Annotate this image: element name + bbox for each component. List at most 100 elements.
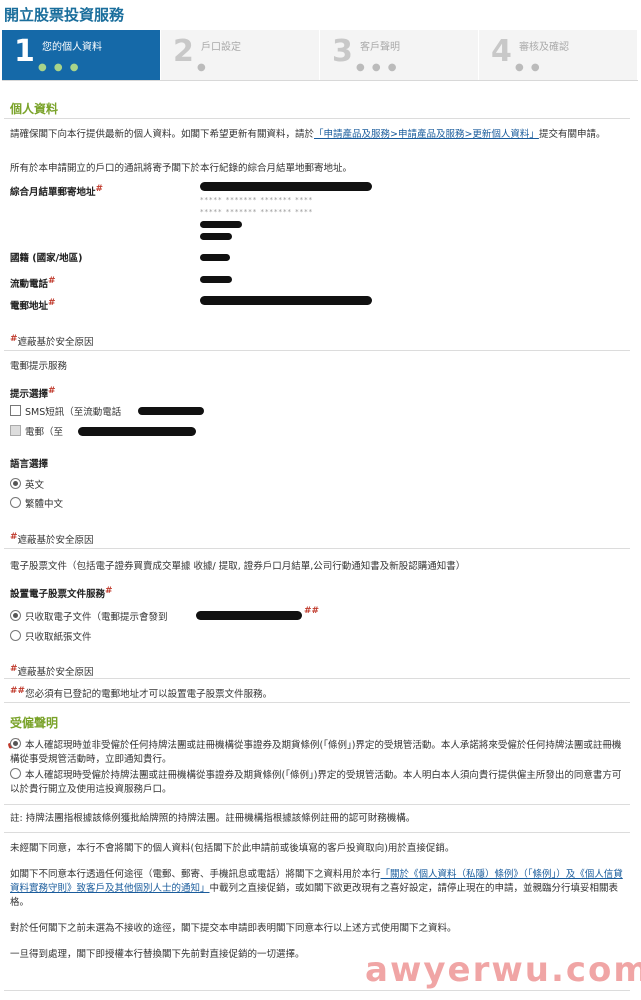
step-dots: ●: [197, 62, 208, 73]
estatement-option-paper[interactable]: 只收取紙張文件: [10, 630, 92, 645]
hash-mark: ##: [10, 686, 26, 696]
mobile-label-text: 流動電話: [10, 279, 49, 291]
redacted-block: [200, 296, 372, 305]
email-option-label: 電郵（至: [25, 427, 64, 438]
hash-mark: #: [95, 184, 104, 194]
progress-steps: 1 您的個人資料 ● ● ● 2 戶口設定 ● 3 客戶聲明 ● ● ● 4 審…: [2, 30, 638, 81]
sms-option-label: SMS短訊（至流動電話: [25, 407, 122, 418]
divider: [4, 832, 630, 833]
step-declaration: 3 客戶聲明 ● ● ●: [320, 30, 479, 80]
estatement-paper-label: 只收取紙張文件: [25, 632, 92, 643]
lang-zh-radio[interactable]: [10, 497, 21, 508]
lang-option-en[interactable]: 英文: [10, 478, 44, 493]
not-employed-radio[interactable]: [10, 738, 21, 749]
update-personal-info-link[interactable]: 「申請產品及服務>申請產品及服務>更新個人資料」: [314, 129, 539, 140]
step-label: 戶口設定: [201, 42, 241, 53]
divider: [4, 548, 630, 549]
redacted-block: [78, 427, 196, 436]
divider: [4, 804, 630, 805]
email-checkbox[interactable]: [10, 425, 21, 436]
hash-mark: #: [48, 276, 56, 286]
step-review-confirm: 4 審核及確認 ● ●: [479, 30, 638, 80]
sms-option[interactable]: SMS短訊（至流動電話: [10, 405, 121, 420]
estatement-option-electronic[interactable]: 只收取電子文件（電郵提示會發到: [10, 610, 168, 625]
alert-choice-text: 提示選擇: [10, 389, 49, 401]
hash-mark: #: [10, 334, 18, 344]
hash-mark: #: [48, 298, 56, 308]
email-label: 電郵地址#: [10, 296, 56, 314]
redacted-block: [200, 221, 242, 228]
nationality-label: 國籍 (國家/地區): [10, 253, 83, 264]
step-label: 審核及確認: [519, 42, 569, 53]
hidden-note: #遮蔽基於安全原因: [10, 530, 94, 548]
divider: [4, 118, 630, 119]
employment-option-employed[interactable]: 本人確認現時受僱於持牌法團或註冊機構從事證券及期貨條例(「條例」)界定的受規管活…: [10, 768, 624, 797]
redacted-block: [138, 407, 204, 415]
step-number: 4: [491, 34, 512, 69]
step-personal-info: 1 您的個人資料 ● ● ●: [2, 30, 161, 80]
sms-checkbox[interactable]: [10, 405, 21, 416]
step-label: 客戶聲明: [360, 42, 400, 53]
language-label: 語言選擇: [10, 459, 49, 470]
step-dots: ● ● ●: [356, 62, 399, 73]
step-number: 1: [14, 34, 35, 69]
email-label-text: 電郵地址: [10, 301, 49, 313]
lang-option-zh[interactable]: 繁體中文: [10, 497, 63, 512]
lang-zh-label: 繁體中文: [25, 499, 64, 510]
marketing-p2-text: 如閣下不同意本行透過任何途徑（電郵、郵寄、手機訊息或電話）將閣下之資料用於本行: [10, 869, 381, 880]
mobile-label: 流動電話#: [10, 274, 56, 292]
redacted-block: [200, 276, 232, 283]
address-label-text: 綜合月結單郵寄地址: [10, 187, 96, 199]
step-dots: ● ● ●: [38, 62, 81, 73]
section-heading-personal: 個人資料: [10, 102, 59, 116]
email-required-text: 您必須有已登記的電郵地址才可以設置電子股票文件服務。: [25, 689, 273, 701]
step-account-setup: 2 戶口設定 ●: [161, 30, 320, 80]
estatement-setting-text: 設置電子股票文件服務: [10, 589, 106, 601]
divider: [4, 350, 630, 351]
double-hash-mark: ##: [304, 604, 319, 622]
hash-mark: #: [105, 586, 113, 596]
intro-text-end: 提交有關申請。: [538, 129, 606, 140]
lang-en-radio[interactable]: [10, 478, 21, 489]
divider: [4, 678, 630, 679]
alert-choice-label: 提示選擇#: [10, 384, 56, 402]
redacted-block: [200, 233, 232, 240]
hash-mark: ##: [304, 606, 320, 616]
hash-mark: #: [10, 664, 18, 674]
employment-footnote: 註: 持牌法團指根據該條例獲批給牌照的持牌法團。註冊機構指根據該條例註冊的認可財…: [10, 813, 416, 824]
section-heading-alerts: 電郵提示服務: [10, 361, 68, 372]
mailing-notice: 所有於本申請開立的戶口的通訊將寄予閣下於本行紀錄的綜合月結單地郵寄地址。: [10, 163, 353, 174]
hidden-note-text: 遮蔽基於安全原因: [17, 337, 94, 349]
section-heading-estatement: 電子股票文件（包括電子證券買賣成交單據 收據/ 提取, 證券戶口月結單,公司行動…: [10, 561, 466, 572]
step-label: 您的個人資料: [42, 42, 102, 53]
intro-text: 請確保閣下向本行提供最新的個人資料。如閣下希望更新有關資料，請於: [10, 129, 315, 140]
employment-option-not-employed[interactable]: 本人確認現時並非受僱於任何持牌法團或註冊機構從事證券及期貨條例(「條例」)界定的…: [10, 738, 624, 767]
step-number: 3: [332, 34, 353, 69]
redacted-block: [200, 182, 372, 191]
estatement-paper-radio[interactable]: [10, 630, 21, 641]
divider: [4, 702, 630, 703]
marketing-consent-p3: 對於任何閣下之前未選為不接收的途徑，閣下提交本申請即表明閣下同意本行以上述方式使…: [10, 923, 457, 934]
step-dots: ● ●: [515, 62, 542, 73]
estatement-electronic-radio[interactable]: [10, 610, 21, 621]
address-label: 綜合月結單郵寄地址#: [10, 182, 103, 200]
employed-radio[interactable]: [10, 768, 21, 779]
email-required-note: ##您必須有已登記的電郵地址才可以設置電子股票文件服務。: [10, 684, 272, 702]
hash-mark: #: [48, 386, 56, 396]
personal-intro: 請確保閣下向本行提供最新的個人資料。如閣下希望更新有關資料，請於「申請產品及服務…: [10, 128, 625, 142]
hidden-note: #遮蔽基於安全原因: [10, 332, 94, 350]
watermark: awyerwu.com: [365, 950, 641, 990]
email-option[interactable]: 電郵（至: [10, 425, 63, 440]
hidden-note-text: 遮蔽基於安全原因: [17, 535, 94, 547]
estatement-electronic-label: 只收取電子文件（電郵提示會發到: [25, 612, 168, 623]
hidden-note-text: 遮蔽基於安全原因: [17, 667, 94, 679]
marketing-consent-p1: 未經閣下同意，本行不會將閣下的個人資料(包括閣下於此申請前或後填寫的客戶投資取向…: [10, 843, 455, 854]
marketing-consent-p2: 如閣下不同意本行透過任何途徑（電郵、郵寄、手機訊息或電話）將閣下之資料用於本行「…: [10, 868, 624, 910]
estatement-setting-label: 設置電子股票文件服務#: [10, 584, 113, 602]
page-title: 開立股票投資服務: [4, 6, 125, 24]
employed-label: 本人確認現時受僱於持牌法團或註冊機構從事證券及期貨條例(「條例」)界定的受規管活…: [10, 770, 622, 795]
lang-en-label: 英文: [25, 480, 45, 491]
step-number: 2: [173, 34, 194, 69]
divider: [4, 990, 630, 991]
masked-address-line: ***** ******* ******* ****: [200, 196, 314, 204]
